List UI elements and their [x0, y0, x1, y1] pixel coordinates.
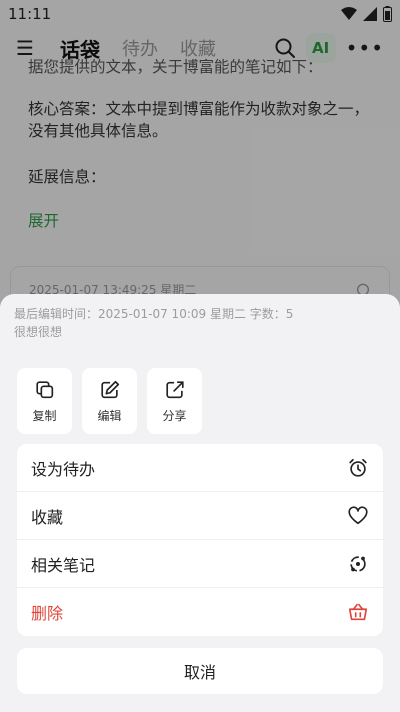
edit-icon	[100, 380, 119, 398]
related-notes-icon	[350, 555, 366, 572]
delete-item[interactable]: 删除	[17, 588, 383, 636]
edit-label: 编辑	[97, 408, 122, 423]
related-notes-label: 相关笔记	[31, 555, 96, 575]
note-preview: 很想很想	[14, 325, 63, 339]
action-sheet: 最后编辑时间：2025-01-07 10:09 星期二 字数：5 很想很想 复制…	[0, 294, 400, 712]
trash-basket-icon	[348, 603, 368, 621]
copy-button[interactable]: 复制	[17, 368, 72, 434]
last-edit-info: 最后编辑时间：2025-01-07 10:09 星期二 字数：5	[14, 307, 294, 321]
favorite-item[interactable]: 收藏	[17, 492, 383, 540]
favorite-label: 收藏	[31, 507, 64, 527]
quick-actions: 复制 编辑 分享	[17, 368, 202, 434]
heart-icon	[348, 505, 368, 524]
action-list: 设为待办 收藏 相关笔记 删除	[17, 444, 383, 636]
set-todo-item[interactable]: 设为待办	[17, 444, 383, 492]
share-icon	[165, 380, 184, 398]
share-button[interactable]: 分享	[147, 368, 202, 434]
share-label: 分享	[162, 408, 187, 423]
set-todo-label: 设为待办	[31, 459, 96, 479]
cancel-button[interactable]: 取消	[17, 648, 383, 694]
note-meta: 最后编辑时间：2025-01-07 10:09 星期二 字数：5 很想很想	[0, 294, 400, 341]
related-notes-item[interactable]: 相关笔记	[17, 540, 383, 588]
edit-button[interactable]: 编辑	[82, 368, 137, 434]
delete-label: 删除	[31, 604, 64, 623]
copy-label: 复制	[32, 408, 57, 423]
copy-icon	[35, 380, 53, 398]
alarm-clock-icon	[349, 458, 367, 477]
